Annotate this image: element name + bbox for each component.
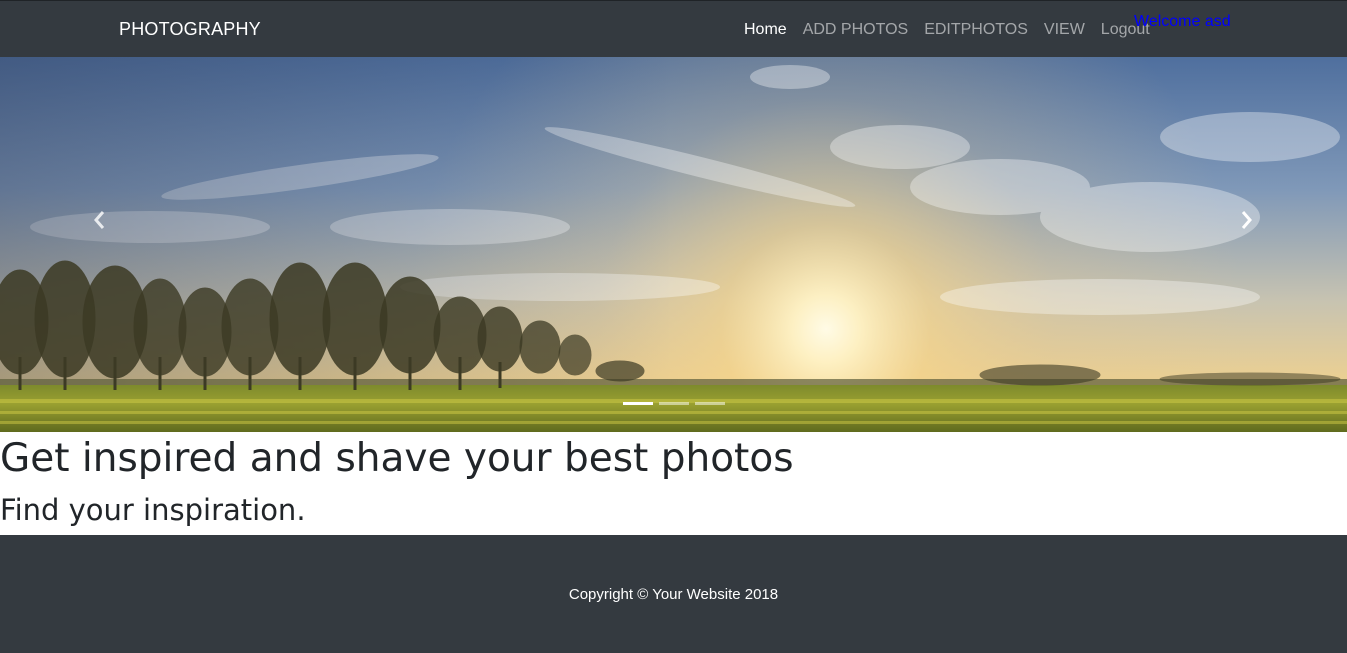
carousel-indicators	[623, 402, 725, 405]
footer: Copyright © Your Website 2018	[0, 535, 1347, 653]
nav-link-add-photos[interactable]: ADD PHOTOS	[803, 21, 909, 39]
chevron-left-icon	[94, 211, 105, 229]
nav-link-view[interactable]: VIEW	[1044, 21, 1085, 39]
chevron-right-icon	[1241, 211, 1252, 229]
intro-section: Get inspired and shave your best photos …	[0, 432, 1347, 535]
navbar: PHOTOGRAPHY Home ADD PHOTOS EDITPHOTOS V…	[0, 0, 1347, 57]
nav-links: Home ADD PHOTOS EDITPHOTOS VIEW Logout	[744, 21, 1150, 39]
carousel-slide-image	[0, 57, 1347, 432]
carousel-indicator-1[interactable]	[623, 402, 653, 405]
welcome-message: Welcome asd	[1134, 13, 1231, 30]
nav-link-home[interactable]: Home	[744, 21, 787, 39]
page-headline: Get inspired and shave your best photos	[0, 436, 794, 481]
carousel-prev-button[interactable]	[80, 205, 120, 235]
hero-carousel	[0, 57, 1347, 432]
brand-link[interactable]: PHOTOGRAPHY	[119, 19, 261, 40]
nav-link-edit-photos[interactable]: EDITPHOTOS	[924, 21, 1028, 39]
carousel-indicator-3[interactable]	[695, 402, 725, 405]
copyright-text: Copyright © Your Website 2018	[568, 586, 779, 603]
carousel-next-button[interactable]	[1226, 205, 1266, 235]
page-subheadline: Find your inspiration.	[0, 493, 306, 527]
carousel-indicator-2[interactable]	[659, 402, 689, 405]
